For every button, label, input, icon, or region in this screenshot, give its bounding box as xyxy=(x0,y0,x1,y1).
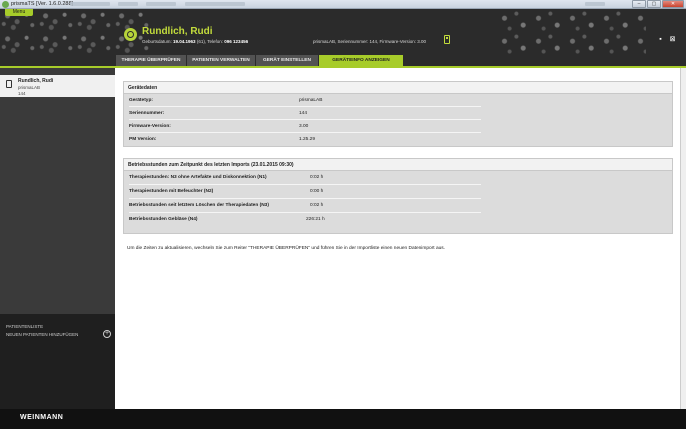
phone-number: 096 123456 xyxy=(224,39,249,44)
row-label: Therapiestunden: N3 ohne Artefakte und D… xyxy=(129,175,267,180)
operating-hours-panel: Betriebsstunden zum Zeitpunkt des letzte… xyxy=(123,158,673,234)
table-row: Therapiestunden: N3 ohne Artefakte und D… xyxy=(124,171,672,185)
sidebar-serial: 144 xyxy=(18,91,26,96)
scrollbar[interactable] xyxy=(681,68,686,409)
panel-header: Betriebsstunden zum Zeitpunkt des letzte… xyxy=(124,159,672,171)
window-titlebar: prismaTS [Ver. 1.6.0.288] – ▢ ✕ xyxy=(0,0,686,9)
row-label: Firmware-Version: xyxy=(129,124,171,129)
titlebar-toolbar-item xyxy=(146,2,176,6)
row-value: 0:02 h xyxy=(310,175,324,180)
close-button[interactable]: ✕ xyxy=(662,0,684,8)
row-label: Betriebsstunden Gebläse (N4) xyxy=(129,217,198,222)
sidebar-device: prismaLAB xyxy=(18,85,41,90)
table-row: PM Version: 1.25.29 xyxy=(124,133,672,146)
tab-therapy-review[interactable]: THERAPIE ÜBERPRÜFEN xyxy=(116,55,186,66)
brand-logo: WEINMANN xyxy=(20,414,64,421)
sidebar-patient-item[interactable]: Rundlich, Rudi prismaLAB 144 xyxy=(0,75,115,97)
add-patient-link[interactable]: NEUEN PATIENTEN HINZUFÜGEN xyxy=(6,332,78,337)
save-icon[interactable]: ▪ xyxy=(657,36,664,43)
device-data-panel: Gerätedaten Gerätetyp: prismaLAB Serienn… xyxy=(123,81,673,147)
patient-age: (61), xyxy=(196,39,207,44)
window-controls: – ▢ ✕ xyxy=(632,0,684,8)
row-label: Therapiestunden mit Befeuchter (N2) xyxy=(129,189,214,194)
app-icon xyxy=(2,1,9,8)
window-title: prismaTS [Ver. 1.6.0.288] xyxy=(11,1,74,7)
row-label: PM Version: xyxy=(129,137,157,142)
panel-header: Gerätedaten xyxy=(124,82,672,94)
titlebar-toolbar-item xyxy=(185,2,245,6)
tab-patient-manage[interactable]: PATIENTEN VERWALTEN xyxy=(187,55,255,66)
phone-label: Telefon: xyxy=(207,39,224,44)
footer: WEINMANN xyxy=(0,409,686,429)
table-row: Seriennummer: 144 xyxy=(124,107,672,120)
patient-list-section: PATIENTENLISTE NEUEN PATIENTEN HINZUFÜGE… xyxy=(0,314,115,409)
sidebar-patient-name: Rundlich, Rudi xyxy=(18,78,54,84)
add-icon[interactable]: + xyxy=(103,330,111,338)
device-icon xyxy=(444,35,450,44)
patient-list-link[interactable]: PATIENTENLISTE xyxy=(6,324,43,329)
table-row: Betriebsstunden seit letztem Löschen der… xyxy=(124,199,672,213)
row-label: Seriennummer: xyxy=(129,111,165,116)
row-value: prismaLAB xyxy=(299,98,323,103)
row-value: 0:00 h xyxy=(310,189,324,194)
row-value: 3.00 xyxy=(299,124,309,129)
sidebar: Rundlich, Rudi prismaLAB 144 PATIENTENLI… xyxy=(0,68,115,409)
row-label: Betriebsstunden seit letztem Löschen der… xyxy=(129,203,269,208)
patient-icon xyxy=(124,28,137,41)
table-row: Therapiestunden mit Befeuchter (N2) 0:00… xyxy=(124,185,672,199)
table-row: Gerätetyp: prismaLAB xyxy=(124,94,672,107)
app-header: Menu Rundlich, Rudi Geburtsdatum: 19.04.… xyxy=(0,9,686,55)
row-value: 1.25.29 xyxy=(299,137,316,142)
titlebar-toolbar-item xyxy=(585,2,605,6)
patient-details: Geburtsdatum: 19.04.1963 (61), Telefon: … xyxy=(142,39,248,44)
device-icon xyxy=(6,80,12,88)
table-row: Betriebsstunden Gebläse (N4) 226:21 h xyxy=(124,213,672,227)
minimize-button[interactable]: – xyxy=(632,0,646,8)
exit-icon[interactable]: ⊠ xyxy=(669,36,676,43)
row-value: 226:21 h xyxy=(306,217,325,222)
titlebar-toolbar-item xyxy=(118,2,138,6)
row-label: Gerätetyp: xyxy=(129,98,153,103)
menu-button[interactable]: Menu xyxy=(5,9,33,16)
maximize-button[interactable]: ▢ xyxy=(647,0,661,8)
header-decoration xyxy=(496,9,646,55)
birth-label: Geburtsdatum: xyxy=(142,39,172,44)
row-value: 0:02 h xyxy=(310,203,324,208)
birth-date: 19.04.1963 xyxy=(173,39,196,44)
table-row: Firmware-Version: 3.00 xyxy=(124,120,672,133)
device-info: prismaLAB, Seriennummer: 144, Firmware-V… xyxy=(313,39,427,44)
row-value: 144 xyxy=(299,111,308,116)
patient-name: Rundlich, Rudi xyxy=(142,26,213,37)
tab-device-settings[interactable]: GERÄT EINSTELLEN xyxy=(256,55,318,66)
info-text: Um die Zeiten zu aktualisieren, wechseln… xyxy=(127,246,446,251)
titlebar-toolbar-item xyxy=(70,2,110,6)
